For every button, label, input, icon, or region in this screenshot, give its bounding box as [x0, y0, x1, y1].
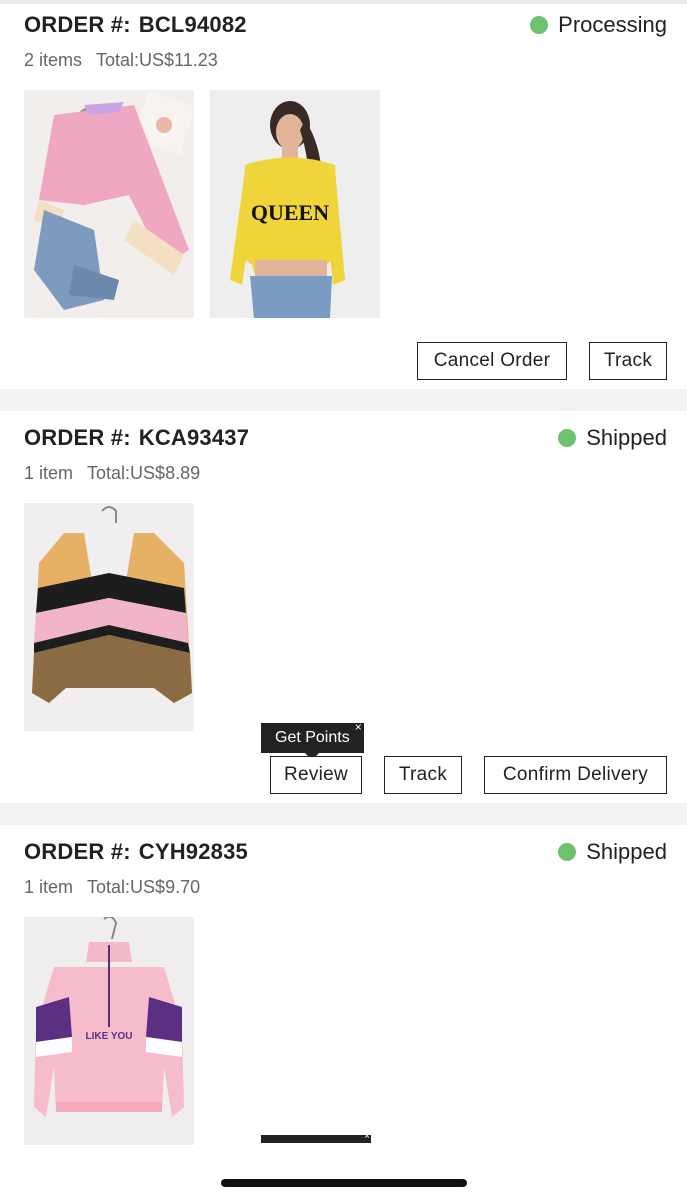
get-points-tooltip: Get Points ×: [261, 720, 364, 760]
cardigan-icon: [24, 503, 194, 731]
order-card[interactable]: ORDER #: KCA93437 1 item Total:US$8.89 Shi…: [0, 425, 687, 803]
product-image-yellow-sweatshirt[interactable]: QUEEN: [210, 90, 380, 318]
like-you-print: LIKE YOU: [85, 1031, 132, 1042]
review-button[interactable]: Review: [270, 756, 362, 794]
order-meta: 1 item Total:US$9.70: [24, 877, 200, 898]
status-badge: Processing: [530, 12, 667, 38]
product-image-pink-pullover[interactable]: LIKE YOU: [24, 917, 194, 1145]
order-number[interactable]: CYH92835: [139, 839, 248, 864]
yellow-sweatshirt-icon: QUEEN: [210, 90, 380, 318]
tooltip-close-icon[interactable]: ×: [355, 720, 362, 734]
cancel-order-button[interactable]: Cancel Order: [417, 342, 567, 380]
product-image-cardigan[interactable]: [24, 503, 194, 731]
order-number[interactable]: KCA93437: [139, 425, 249, 450]
order-label: ORDER #:: [24, 839, 131, 864]
status-dot-icon: [558, 843, 577, 861]
order-actions: Review Track Confirm Delivery: [270, 756, 667, 794]
order-card[interactable]: ORDER #: CYH92835 1 item Total:US$9.70 Shi…: [0, 839, 687, 1159]
track-button[interactable]: Track: [384, 756, 462, 794]
item-count: 2 items: [24, 50, 83, 70]
order-header: ORDER #: KCA93437 1 item Total:US$8.89 Shi…: [24, 425, 667, 485]
status-text: Processing: [558, 12, 667, 37]
order-separator: [0, 803, 687, 825]
pink-pullover-icon: LIKE YOU: [24, 917, 194, 1145]
order-title: ORDER #: KCA93437: [24, 425, 249, 451]
pink-sweater-icon: [24, 90, 194, 318]
order-title: ORDER #: BCL94082: [24, 12, 247, 38]
home-indicator[interactable]: [221, 1179, 467, 1187]
status-text: Shipped: [586, 425, 667, 450]
order-label: ORDER #:: [24, 425, 131, 450]
item-count: 1 item: [24, 877, 74, 897]
product-thumbnails: [24, 503, 194, 731]
order-label: ORDER #:: [24, 12, 131, 37]
product-image-pink-sweater[interactable]: [24, 90, 194, 318]
status-text: Shipped: [586, 839, 667, 864]
order-total: Total:US$8.89: [87, 463, 201, 483]
status-dot-icon: [558, 429, 577, 447]
product-thumbnails: LIKE YOU: [24, 917, 194, 1145]
order-card[interactable]: ORDER #: BCL94082 2 items Total:US$11.23 P…: [0, 12, 687, 388]
confirm-delivery-button[interactable]: Confirm Delivery: [484, 756, 667, 794]
status-badge: Shipped: [558, 839, 667, 865]
order-title: ORDER #: CYH92835: [24, 839, 248, 865]
order-number[interactable]: BCL94082: [139, 12, 247, 37]
queen-print: QUEEN: [251, 200, 329, 225]
order-separator: [0, 389, 687, 411]
order-meta: 1 item Total:US$8.89: [24, 463, 200, 484]
status-badge: Shipped: [558, 425, 667, 451]
order-total: Total:US$11.23: [96, 50, 218, 70]
item-count: 1 item: [24, 463, 74, 483]
order-total: Total:US$9.70: [87, 877, 201, 897]
order-meta: 2 items Total:US$11.23: [24, 50, 218, 71]
tooltip-partial: ×: [261, 1131, 371, 1143]
order-header: ORDER #: CYH92835 1 item Total:US$9.70 Shi…: [24, 839, 667, 899]
track-button[interactable]: Track: [589, 342, 667, 380]
status-dot-icon: [530, 16, 549, 34]
product-thumbnails: QUEEN: [24, 90, 380, 318]
tooltip-close-icon[interactable]: ×: [364, 1131, 370, 1142]
tooltip-text: Get Points: [275, 729, 350, 746]
order-actions: Cancel Order Track: [417, 342, 667, 380]
top-divider: [0, 0, 687, 4]
order-header: ORDER #: BCL94082 2 items Total:US$11.23 P…: [24, 12, 667, 72]
